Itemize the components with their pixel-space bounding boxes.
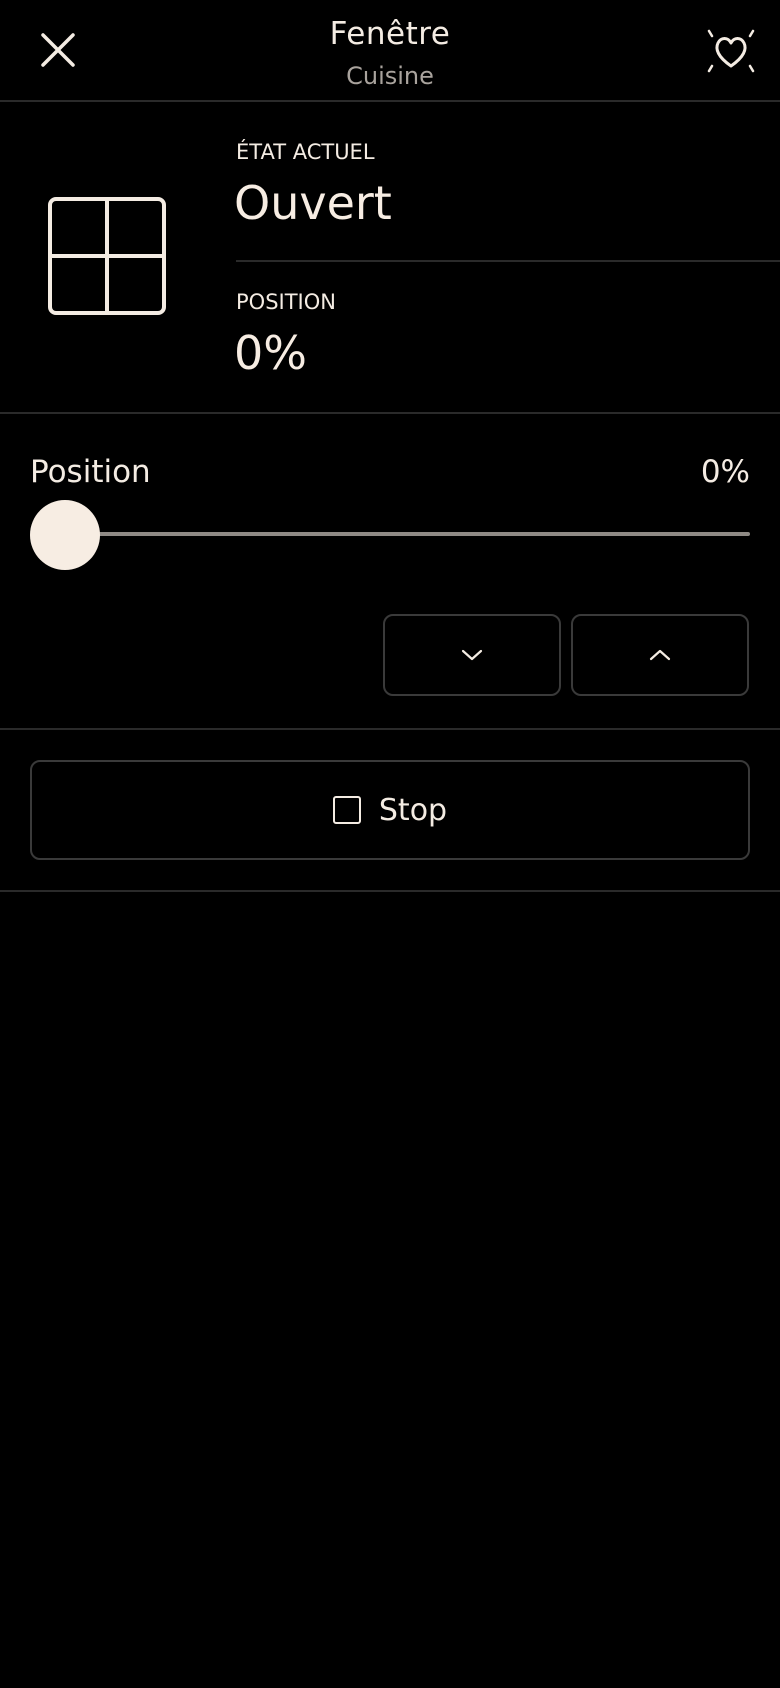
position-control: Position 0% [0,414,780,730]
position-label: POSITION [236,290,336,314]
lower-button[interactable] [383,614,561,696]
state-value: Ouvert [234,176,392,230]
slider-readout: 0% [700,454,750,490]
stop-panel: Stop [0,730,780,892]
status-panel: ÉTAT ACTUEL Ouvert POSITION 0% [0,102,780,414]
stop-label: Stop [378,792,448,828]
position-slider-track[interactable] [64,532,750,536]
slider-label: Position [30,454,151,490]
heart-icon [707,29,755,73]
chevron-up-icon [649,649,671,661]
stop-button[interactable]: Stop [30,760,750,860]
status-divider [236,260,780,262]
window-icon [48,197,166,315]
position-slider-thumb[interactable] [30,500,100,570]
page-subtitle: Cuisine [346,62,434,90]
favorite-button[interactable] [700,24,762,78]
raise-button[interactable] [571,614,749,696]
page-title: Fenêtre [329,16,451,52]
state-label: ÉTAT ACTUEL [236,140,375,164]
chevron-down-icon [461,649,483,661]
stop-square-icon [332,796,361,824]
header: Fenêtre Cuisine [0,0,780,102]
position-value: 0% [234,326,307,380]
